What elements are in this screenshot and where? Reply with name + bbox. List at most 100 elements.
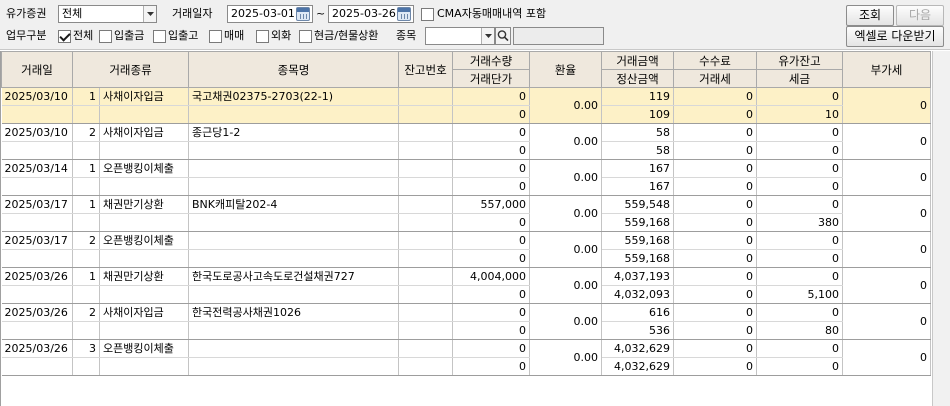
excel-download-button[interactable]: 엑셀로 다운받기 — [846, 26, 944, 47]
cell-tax: 0 — [673, 249, 758, 268]
cell-seq: 1 — [72, 267, 100, 286]
cell-fx: 0.00 — [529, 267, 603, 304]
cell-name-blank — [188, 213, 400, 232]
table-row-sub[interactable]: 0 559,168 0 380 — [1, 213, 931, 232]
search-icon[interactable] — [495, 27, 511, 45]
col-header-fee[interactable]: 수수료 — [673, 51, 758, 70]
biz-checkbox-all[interactable] — [58, 30, 71, 43]
securities-select[interactable]: 전체 — [58, 5, 157, 23]
table-row[interactable]: 2025/03/26 2 사채이자입금 한국전력공사채권1026 0 0.00 616 0 0 0 — [1, 303, 932, 340]
cell-tax: 0 — [673, 321, 758, 340]
next-button[interactable]: 다음 — [896, 5, 944, 26]
table-row-sub[interactable]: 0 4,032,629 0 0 — [1, 357, 931, 376]
cell-date-blank — [1, 321, 73, 340]
cell-type: 오픈뱅킹이체출 — [99, 339, 190, 358]
col-header-type[interactable]: 거래종류 — [71, 51, 190, 88]
cell-seq-blank — [72, 141, 100, 160]
col-header-vat[interactable]: 부가세 — [842, 51, 932, 88]
cell-amount: 167 — [601, 159, 675, 178]
cell-sec-balance: 0 — [756, 303, 844, 322]
col-header-qty[interactable]: 거래수량 — [452, 51, 531, 70]
cell-balance-no-blank — [398, 249, 454, 268]
cell-vat: 0 — [842, 339, 932, 376]
stock-code-input[interactable] — [425, 27, 495, 45]
cell-fee: 0 — [673, 87, 758, 106]
col-header-amount[interactable]: 거래금액 — [601, 51, 675, 70]
cell-vat: 0 — [842, 231, 932, 268]
table-row[interactable]: 2025/03/17 2 오픈뱅킹이체출 0 0.00 559,168 0 0 0 — [1, 231, 932, 268]
col-header-sec-balance[interactable]: 유가잔고 — [756, 51, 844, 70]
cell-vat: 0 — [842, 123, 932, 160]
cell-name: 종근당1-2 — [188, 123, 400, 142]
cell-balance-no-blank — [398, 285, 454, 304]
table-row-sub[interactable]: 0 559,168 0 0 — [1, 249, 931, 268]
table-row[interactable]: 2025/03/17 1 채권만기상환 BNK캐피탈202-4 557,000 0.00 5… — [1, 195, 932, 232]
date-from-input[interactable]: 2025-03-01 — [227, 5, 313, 23]
cell-tax: 0 — [673, 285, 758, 304]
cell-balance-no — [398, 123, 454, 142]
vertical-scrollbar[interactable] — [932, 51, 950, 406]
cma-checkbox[interactable] — [421, 8, 434, 21]
table-row-sub[interactable]: 0 58 0 0 — [1, 141, 931, 160]
biz-checkbox-fx[interactable] — [256, 30, 269, 43]
cell-fee: 0 — [673, 231, 758, 250]
cell-date-blank — [1, 141, 73, 160]
chevron-down-icon[interactable] — [143, 6, 156, 22]
col-header-date[interactable]: 거래일 — [1, 51, 73, 88]
biz-option-label: 매매 — [224, 29, 245, 42]
table-row-sub[interactable]: 0 109 0 10 — [1, 105, 931, 124]
cell-type-blank — [99, 285, 190, 304]
cell-income-tax: 5,100 — [756, 285, 844, 304]
cell-type-blank — [99, 357, 190, 376]
biz-checkbox-trade[interactable] — [209, 30, 222, 43]
securities-select-value: 전체 — [62, 7, 83, 20]
table-row[interactable]: 2025/03/10 1 사채이자입금 국고채권02375-2703(22-1) 0 0.… — [1, 87, 932, 124]
col-header-settle[interactable]: 정산금액 — [601, 69, 675, 88]
col-header-fx[interactable]: 환율 — [529, 51, 603, 88]
biz-label: 업무구분 — [6, 29, 47, 42]
calendar-icon[interactable] — [296, 7, 310, 21]
chevron-down-icon[interactable] — [481, 28, 494, 44]
cell-balance-no — [398, 303, 454, 322]
cell-settle: 559,168 — [601, 213, 675, 232]
cell-balance-no — [398, 195, 454, 214]
table-row[interactable]: 2025/03/14 1 오픈뱅킹이체출 0 0.00 167 0 0 0 — [1, 159, 932, 196]
securities-label: 유가증권 — [6, 7, 47, 20]
col-header-tax[interactable]: 거래세 — [673, 69, 758, 88]
table-row[interactable]: 2025/03/10 2 사채이자입금 종근당1-2 0 0.00 58 0 0 0 — [1, 123, 932, 160]
search-button[interactable]: 조회 — [846, 5, 894, 26]
cell-income-tax: 0 — [756, 357, 844, 376]
cell-balance-no — [398, 231, 454, 250]
cell-fx: 0.00 — [529, 195, 603, 232]
table-row[interactable]: 2025/03/26 3 오픈뱅킹이체출 0 0.00 4,032,629 0 0 0 — [1, 339, 932, 376]
cell-seq-blank — [72, 249, 100, 268]
transaction-grid: 거래일 거래종류 종목명 잔고번호 거래수량 환율 거래금액 수수료 유가잔고 … — [0, 51, 932, 406]
table-row-sub[interactable]: 0 167 0 0 — [1, 177, 931, 196]
cell-balance-no — [398, 339, 454, 358]
cell-fx: 0.00 — [529, 87, 603, 124]
col-header-name[interactable]: 종목명 — [188, 51, 400, 88]
cell-settle: 4,032,629 — [601, 357, 675, 376]
date-to-value: 2025-03-26 — [332, 7, 396, 20]
biz-checkbox-deposit[interactable] — [99, 30, 112, 43]
table-row[interactable]: 2025/03/26 1 채권만기상환 한국도로공사고속도로건설채권727 4,004,… — [1, 267, 932, 304]
cma-label: CMA자동매매내역 포함 — [437, 7, 547, 20]
col-header-balance-no[interactable]: 잔고번호 — [398, 51, 454, 88]
cell-unit-price: 0 — [452, 213, 531, 232]
table-row-sub[interactable]: 0 4,032,093 0 5,100 — [1, 285, 931, 304]
biz-checkbox-transfer[interactable] — [153, 30, 166, 43]
cell-qty: 0 — [452, 231, 531, 250]
biz-checkbox-cash-redemption[interactable] — [299, 30, 312, 43]
cell-qty: 0 — [452, 339, 531, 358]
col-header-income-tax[interactable]: 세금 — [756, 69, 844, 88]
calendar-icon[interactable] — [397, 7, 411, 21]
cell-vat: 0 — [842, 303, 932, 340]
cell-seq-blank — [72, 177, 100, 196]
table-row-sub[interactable]: 0 536 0 80 — [1, 321, 931, 340]
cell-date: 2025/03/17 — [1, 231, 73, 250]
cell-seq: 2 — [72, 123, 100, 142]
cell-unit-price: 0 — [452, 249, 531, 268]
col-header-unit-price[interactable]: 거래단가 — [452, 69, 531, 88]
date-to-input[interactable]: 2025-03-26 — [328, 5, 414, 23]
cell-settle: 559,168 — [601, 249, 675, 268]
